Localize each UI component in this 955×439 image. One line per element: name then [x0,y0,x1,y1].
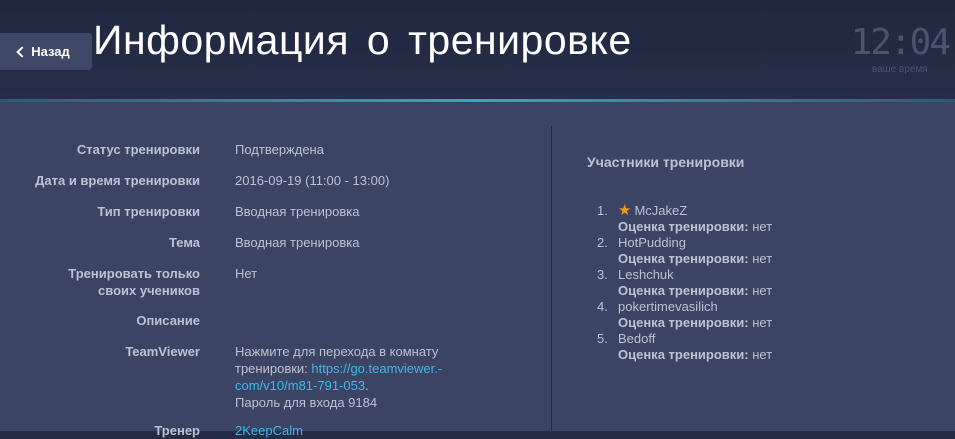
participant-name: HotPudding [618,235,686,250]
datetime-value: 2016-09-19 (11:00 - 13:00) [235,173,390,188]
participant-rating: Оценка тренировки: нет [597,347,772,363]
participant-item: 2. HotPudding Оценка тренировки: нет [597,235,772,267]
datetime-label: Дата и время тренировки [35,173,200,188]
clock: 12:04 ваше время [850,22,951,76]
page-title: Информация о тренировке [93,17,632,63]
teamviewer-link-part1[interactable]: https://go.teamviewer.- [311,361,442,376]
participant-rating: Оценка тренировки: нет [597,315,772,331]
participant-rating: Оценка тренировки: нет [597,219,772,235]
back-button[interactable]: Назад [0,33,92,70]
teamviewer-text-line2: тренировки: [235,361,308,376]
type-value: Вводная тренировка [235,204,360,219]
teamviewer-text-line2-wrap: тренировки: https://go.teamviewer.- [235,360,442,377]
participant-number: 2. [597,235,608,250]
own-students-label: Тренировать только своих учеников [68,265,200,299]
back-button-label: Назад [31,44,70,59]
rating-label: Оценка тренировки: [618,251,749,266]
clock-label: ваше время [871,64,928,75]
participant-name: McJakeZ [634,203,688,218]
own-students-value: Нет [235,266,258,281]
participant-item: 4. pokertimevasilich Оценка тренировки: н… [597,299,772,331]
clock-time: 12:04 [850,22,951,63]
participant-item: 5. Bedoff Оценка тренировки: нет [597,331,772,363]
own-students-label-line1: Тренировать только [68,266,200,281]
own-students-label-line2: своих учеников [98,283,200,298]
teamviewer-link-line2-wrap: com/v10/m81-791-053. [235,377,442,394]
participant-row: 2. HotPudding [597,235,772,251]
participant-row: 1. ★ McJakeZ [597,203,772,219]
participant-row: 5. Bedoff [597,331,772,347]
rating-value: нет [752,283,773,298]
participant-row: 3. Leshchuk [597,267,772,283]
star-icon: ★ [618,202,632,219]
participant-number: 4. [597,299,608,314]
rating-label: Оценка тренировки: [618,283,749,298]
participant-name: Leshchuk [618,267,674,282]
participant-item: 3. Leshchuk Оценка тренировки: нет [597,267,772,299]
topic-value: Вводная тренировка [235,235,360,250]
teamviewer-label: TeamViewer [125,344,200,359]
teamviewer-password: Пароль для входа 9184 [235,395,378,410]
participant-item: 1. ★ McJakeZ Оценка тренировки: нет [597,203,772,235]
participant-row: 4. pokertimevasilich [597,299,772,315]
rating-value: нет [752,315,773,330]
participant-name: pokertimevasilich [618,299,718,314]
rating-label: Оценка тренировки: [618,219,749,234]
status-label: Статус тренировки [76,142,200,157]
type-label: Тип тренировки [97,204,200,219]
chevron-left-icon [16,45,28,58]
teamviewer-link-dot: . [365,378,369,393]
description-label: Описание [136,313,200,328]
participant-rating: Оценка тренировки: нет [597,283,772,299]
participant-number: 3. [597,267,608,282]
rating-label: Оценка тренировки: [618,347,749,362]
participants-title: Участники тренировки [587,154,745,170]
participant-number: 5. [597,331,608,346]
status-value: Подтверждена [235,142,324,157]
column-divider [551,126,552,431]
rating-value: нет [752,251,773,266]
teamviewer-text-line1: Нажмите для перехода в комнату [235,344,439,359]
teamviewer-link-part2[interactable]: com/v10/m81-791-053 [235,378,365,393]
participant-name: Bedoff [618,331,656,346]
participant-number: 1. [597,203,608,218]
participants-list: 1. ★ McJakeZ Оценка тренировки: нет 2. HotP… [597,203,772,363]
rating-value: нет [752,347,773,362]
topic-label: Тема [168,235,200,250]
rating-label: Оценка тренировки: [618,315,749,330]
participant-rating: Оценка тренировки: нет [597,251,772,267]
teamviewer-value: Нажмите для перехода в комнату тренировк… [235,343,442,411]
rating-value: нет [752,219,773,234]
